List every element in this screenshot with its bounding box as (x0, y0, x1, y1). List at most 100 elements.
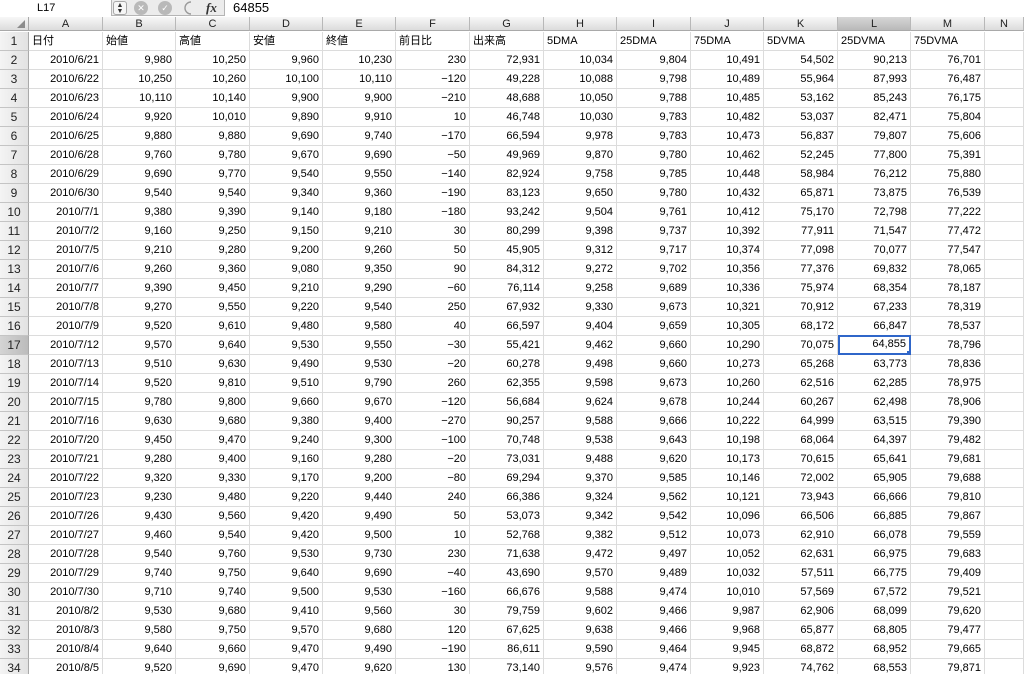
table-cell[interactable]: 79,521 (911, 583, 985, 602)
table-cell[interactable]: 78,319 (911, 298, 985, 317)
table-cell[interactable]: 9,640 (103, 640, 176, 659)
table-cell[interactable]: 9,678 (617, 393, 691, 412)
table-cell[interactable]: 79,559 (911, 526, 985, 545)
table-cell[interactable]: 2010/7/9 (29, 317, 103, 336)
table-cell[interactable]: 9,398 (544, 222, 617, 241)
table-cell[interactable]: 2010/7/14 (29, 374, 103, 393)
table-cell[interactable]: 9,585 (617, 469, 691, 488)
table-cell[interactable]: 9,987 (691, 602, 764, 621)
table-cell[interactable]: 78,065 (911, 260, 985, 279)
header-cell[interactable]: 25DMA (617, 32, 691, 51)
table-cell[interactable]: 9,210 (323, 222, 396, 241)
table-cell[interactable]: −20 (396, 450, 470, 469)
row-header[interactable]: 4 (0, 89, 29, 108)
row-header[interactable]: 8 (0, 165, 29, 184)
table-cell[interactable]: 2010/7/8 (29, 298, 103, 317)
table-cell[interactable]: 9,737 (617, 222, 691, 241)
table-cell[interactable]: 58,984 (764, 165, 838, 184)
table-cell[interactable]: 2010/7/27 (29, 526, 103, 545)
table-cell[interactable]: 10,260 (176, 70, 250, 89)
table-cell[interactable]: 10 (396, 108, 470, 127)
table-cell[interactable] (985, 279, 1024, 298)
table-cell[interactable]: 9,520 (103, 659, 176, 674)
table-cell[interactable]: 70,075 (764, 336, 838, 355)
table-cell[interactable] (985, 412, 1024, 431)
table-cell[interactable] (985, 89, 1024, 108)
table-cell[interactable] (985, 127, 1024, 146)
table-cell[interactable]: 73,875 (838, 184, 911, 203)
table-cell[interactable] (985, 70, 1024, 89)
table-cell[interactable]: 9,488 (544, 450, 617, 469)
table-cell[interactable]: 9,650 (544, 184, 617, 203)
column-header-h[interactable]: H (544, 17, 617, 31)
table-cell[interactable]: 10,121 (691, 488, 764, 507)
table-cell[interactable]: 77,547 (911, 241, 985, 260)
row-header[interactable]: 31 (0, 602, 29, 621)
table-cell[interactable]: 2010/8/3 (29, 621, 103, 640)
table-cell[interactable]: 9,290 (323, 279, 396, 298)
table-cell[interactable]: 66,597 (470, 317, 544, 336)
table-cell[interactable]: 79,871 (911, 659, 985, 674)
table-cell[interactable]: 62,906 (764, 602, 838, 621)
table-cell[interactable]: 9,717 (617, 241, 691, 260)
table-cell[interactable]: 83,123 (470, 184, 544, 203)
table-cell[interactable]: 43,690 (470, 564, 544, 583)
table-cell[interactable]: 79,759 (470, 602, 544, 621)
table-cell[interactable]: 9,200 (250, 241, 323, 260)
table-cell[interactable]: 55,964 (764, 70, 838, 89)
table-cell[interactable]: 80,299 (470, 222, 544, 241)
table-cell[interactable]: 9,500 (323, 526, 396, 545)
table-cell[interactable]: 73,943 (764, 488, 838, 507)
table-cell[interactable]: 9,390 (103, 279, 176, 298)
table-cell[interactable]: 75,606 (911, 127, 985, 146)
table-cell[interactable]: 9,140 (250, 203, 323, 222)
name-box[interactable]: L17 (0, 0, 112, 16)
row-header[interactable]: 21 (0, 412, 29, 431)
select-all-corner[interactable] (0, 17, 29, 31)
table-cell[interactable]: 90,257 (470, 412, 544, 431)
table-cell[interactable]: 9,570 (544, 564, 617, 583)
table-cell[interactable]: 9,580 (323, 317, 396, 336)
table-cell[interactable]: 9,660 (617, 355, 691, 374)
table-cell[interactable]: 9,272 (544, 260, 617, 279)
table-cell[interactable]: 50 (396, 507, 470, 526)
table-cell[interactable]: 9,620 (323, 659, 396, 674)
table-cell[interactable]: 63,515 (838, 412, 911, 431)
table-cell[interactable]: 9,210 (103, 241, 176, 260)
table-cell[interactable]: 9,504 (544, 203, 617, 222)
table-cell[interactable]: 67,572 (838, 583, 911, 602)
table-cell[interactable]: 9,370 (544, 469, 617, 488)
table-cell[interactable]: 66,078 (838, 526, 911, 545)
table-cell[interactable]: 9,520 (103, 374, 176, 393)
table-cell[interactable]: 9,570 (250, 621, 323, 640)
table-cell[interactable]: 9,630 (103, 412, 176, 431)
header-cell[interactable]: 5DVMA (764, 32, 838, 51)
row-header[interactable]: 10 (0, 203, 29, 222)
table-cell[interactable]: 9,550 (323, 165, 396, 184)
table-cell[interactable]: 79,807 (838, 127, 911, 146)
table-cell[interactable]: 9,670 (250, 146, 323, 165)
row-header[interactable]: 33 (0, 640, 29, 659)
column-header-d[interactable]: D (250, 17, 323, 31)
table-cell[interactable] (985, 488, 1024, 507)
table-cell[interactable]: 9,280 (323, 450, 396, 469)
table-cell[interactable]: 9,220 (250, 298, 323, 317)
table-cell[interactable]: 9,630 (176, 355, 250, 374)
table-cell[interactable]: 78,836 (911, 355, 985, 374)
table-cell[interactable] (985, 336, 1024, 355)
table-cell[interactable] (985, 317, 1024, 336)
table-cell[interactable]: 9,880 (103, 127, 176, 146)
table-cell[interactable]: 2010/7/30 (29, 583, 103, 602)
table-cell[interactable]: 66,676 (470, 583, 544, 602)
table-cell[interactable]: 9,923 (691, 659, 764, 674)
header-cell[interactable]: 安値 (250, 32, 323, 51)
table-cell[interactable]: 9,320 (103, 469, 176, 488)
table-cell[interactable]: 9,550 (176, 298, 250, 317)
table-cell[interactable]: 62,498 (838, 393, 911, 412)
table-cell[interactable] (985, 393, 1024, 412)
table-cell[interactable]: 9,474 (617, 659, 691, 674)
table-cell[interactable]: 9,160 (250, 450, 323, 469)
table-cell[interactable]: 9,570 (103, 336, 176, 355)
table-cell[interactable]: −30 (396, 336, 470, 355)
table-cell[interactable]: 9,890 (250, 108, 323, 127)
